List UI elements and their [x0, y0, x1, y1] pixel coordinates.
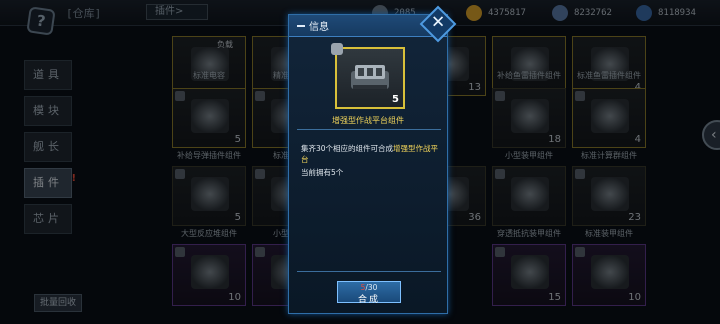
item-name: 增强型作战平台组件 [332, 116, 404, 125]
close-icon: ✕ [430, 12, 446, 33]
item-preview: 5 [331, 43, 405, 109]
dialog-title: 信息 [309, 22, 329, 33]
divider [297, 129, 441, 130]
divider [297, 271, 441, 272]
item-count: 5 [392, 94, 399, 105]
header-dash-icon [297, 24, 305, 27]
craft-label: 合成 [357, 295, 380, 305]
puzzle-piece-icon [331, 43, 343, 55]
item-description: 集齐30个相应的组件可合成增强型作战平台 [301, 144, 439, 164]
craft-progress: 5/30 [360, 283, 378, 292]
owned-count-text: 当前拥有5个 [301, 168, 344, 177]
craft-button[interactable]: 5/30 合成 [337, 281, 401, 305]
platform-component-icon [351, 65, 389, 89]
info-dialog: 信息 ✕ 5 增强型作战平台组件 集齐30个相应的组件可合成增强型作战平台 当前… [288, 5, 457, 314]
